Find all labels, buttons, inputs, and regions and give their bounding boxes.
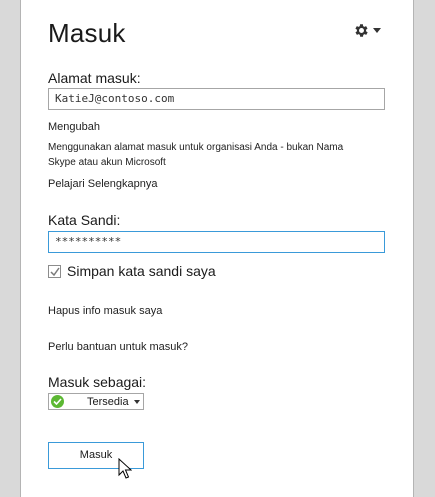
settings-menu-button[interactable]: [353, 22, 381, 39]
chevron-down-icon: [134, 400, 140, 404]
signin-panel: Masuk Alamat masuk: KatieJ@contoso.com M…: [20, 0, 414, 497]
available-status-icon: [51, 395, 64, 408]
checkmark-icon: [50, 267, 60, 277]
page-title: Masuk: [48, 18, 126, 48]
remember-password-checkbox[interactable]: [48, 265, 61, 278]
address-label: Alamat masuk:: [48, 70, 141, 86]
delete-signin-info-link[interactable]: Hapus info masuk saya: [48, 305, 162, 317]
presence-status-value: Tersedia: [87, 396, 129, 408]
address-field[interactable]: KatieJ@contoso.com: [48, 88, 385, 110]
check-icon: [53, 398, 62, 405]
password-label: Kata Sandi:: [48, 212, 121, 228]
address-description: Menggunakan alamat masuk untuk organisas…: [48, 142, 344, 168]
change-link[interactable]: Mengubah: [48, 121, 100, 133]
mouse-pointer-icon: [118, 458, 132, 479]
gear-icon: [355, 24, 368, 37]
presence-status-dropdown[interactable]: Tersedia: [48, 393, 144, 410]
remember-password-label: Simpan kata sandi saya: [67, 263, 216, 279]
chevron-down-icon: [373, 28, 381, 33]
learn-more-link[interactable]: Pelajari Selengkapnya: [48, 178, 157, 190]
signin-help-link[interactable]: Perlu bantuan untuk masuk?: [48, 341, 188, 353]
password-field[interactable]: **********: [48, 231, 385, 253]
signin-as-label: Masuk sebagai:: [48, 374, 147, 390]
